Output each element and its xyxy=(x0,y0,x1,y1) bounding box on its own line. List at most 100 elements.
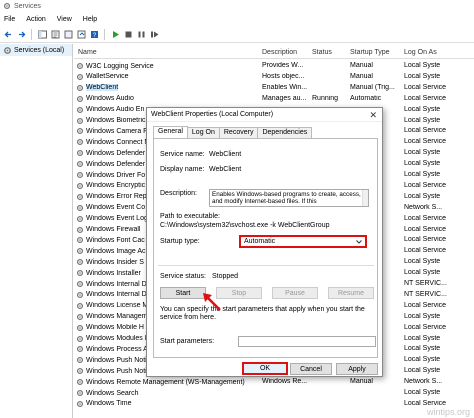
service-name: Windows Event Co xyxy=(86,204,146,212)
service-gear-icon xyxy=(76,150,84,157)
stop-service-icon[interactable] xyxy=(123,30,133,40)
console-tree-icon[interactable] xyxy=(37,30,47,40)
cancel-button[interactable]: Cancel xyxy=(290,363,332,375)
forward-arrow-icon[interactable] xyxy=(16,30,26,40)
properties-icon[interactable] xyxy=(50,30,60,40)
restart-service-icon[interactable] xyxy=(149,30,159,40)
start-params-input[interactable] xyxy=(238,336,376,347)
service-row[interactable]: WebClient Enables Win... Manual (Trig... Lo… xyxy=(74,83,474,94)
service-gear-icon xyxy=(76,379,84,386)
service-startup-cell: Automatic xyxy=(350,94,382,102)
service-gear-icon xyxy=(76,302,84,309)
webclient-properties-dialog: WebClient Properties (Local Computer) ✕ … xyxy=(146,107,383,377)
service-name: Windows Encryptic xyxy=(86,182,146,190)
service-row[interactable]: W3C Logging Service Provides W... Manual Lo… xyxy=(74,61,474,72)
service-logon-cell: Local Syste xyxy=(404,105,441,113)
description-scrollbar[interactable] xyxy=(362,190,368,206)
service-row[interactable]: Windows Search Local Syste xyxy=(74,388,474,399)
column-header-status[interactable]: Status xyxy=(312,49,332,56)
service-name: Windows Defender xyxy=(86,149,146,157)
tab-log-on[interactable]: Log On xyxy=(186,127,220,138)
service-description-cell: Manages au... xyxy=(262,94,307,102)
service-name: Windows Process A xyxy=(86,345,148,353)
service-gear-icon xyxy=(76,139,84,146)
tab-dependencies[interactable]: Dependencies xyxy=(257,127,313,138)
service-row[interactable]: WalletService Hosts objec... Manual Local S… xyxy=(74,72,474,83)
close-icon[interactable]: ✕ xyxy=(369,110,377,121)
service-gear-icon xyxy=(76,62,84,70)
stop-button[interactable]: Stop xyxy=(216,287,262,299)
service-gear-icon xyxy=(76,204,84,211)
menu-bar: File Action View Help xyxy=(0,13,474,26)
service-name: Windows Event Log xyxy=(86,215,148,223)
service-logon-cell: Local Service xyxy=(404,399,447,407)
service-name: Windows Managem xyxy=(86,313,148,321)
service-gear-icon xyxy=(76,368,84,375)
service-gear-icon xyxy=(76,73,84,80)
service-description-cell: Provides W... xyxy=(262,62,304,69)
ok-button[interactable]: OK xyxy=(242,362,288,375)
service-name: Windows Image Ac xyxy=(86,247,146,255)
start-service-icon[interactable] xyxy=(110,30,120,40)
service-gear-icon xyxy=(76,259,84,266)
column-header-name[interactable]: Name xyxy=(78,49,97,56)
service-row[interactable]: Windows Audio Manages au... Running Automat… xyxy=(74,94,474,105)
menu-action[interactable]: Action xyxy=(26,16,45,23)
service-description-cell: Windows Re... xyxy=(262,378,308,386)
service-name: Windows Search xyxy=(86,389,139,397)
service-logon-cell: Local Service xyxy=(404,127,447,135)
menu-view[interactable]: View xyxy=(57,16,72,23)
apply-button[interactable]: Apply xyxy=(336,363,378,375)
service-row[interactable]: Windows Remote Management (WS-Management… xyxy=(74,377,474,388)
column-header-description[interactable]: Description xyxy=(262,49,297,56)
path-label: Path to executable: xyxy=(160,213,220,220)
startup-type-select[interactable]: Automatic xyxy=(239,235,367,248)
service-logon-cell: Local Service xyxy=(404,138,447,146)
column-header-startup-type[interactable]: Startup Type xyxy=(350,49,390,56)
description-box[interactable]: Enables Windows-based programs to create… xyxy=(209,189,369,207)
column-header-log-on-as[interactable]: Log On As xyxy=(404,49,437,56)
service-gear-icon xyxy=(76,357,84,364)
description-text: Enables Windows-based programs to create… xyxy=(212,191,361,205)
service-logon-cell: Network S... xyxy=(404,378,443,386)
service-name: Windows Remote Management (WS-Management… xyxy=(86,378,245,386)
service-logon-cell: Local Syste xyxy=(404,149,441,157)
service-name-cell: WebClient xyxy=(76,84,256,92)
service-name: Windows Biometric xyxy=(86,117,146,124)
tree-item-services-local[interactable]: Services (Local) xyxy=(0,44,72,56)
service-name-cell: Windows Search xyxy=(76,389,256,397)
service-gear-icon xyxy=(76,346,84,353)
services-gear-icon xyxy=(4,46,11,54)
refresh-icon[interactable] xyxy=(63,30,73,40)
pause-button[interactable]: Pause xyxy=(272,287,318,299)
service-logon-cell: Local Syste xyxy=(404,171,441,178)
menu-file[interactable]: File xyxy=(4,16,15,23)
service-logon-cell: Local Syste xyxy=(404,116,441,124)
service-gear-icon xyxy=(76,193,84,200)
service-description-cell: Enables Win... xyxy=(262,83,308,91)
service-logon-cell: Local Syste xyxy=(404,345,441,353)
resume-button[interactable]: Resume xyxy=(328,287,374,299)
service-name: Windows Modules I xyxy=(86,335,147,342)
startup-type-value: Automatic xyxy=(244,238,276,245)
menu-help[interactable]: Help xyxy=(83,16,97,23)
tab-recovery[interactable]: Recovery xyxy=(218,127,259,138)
service-startup-cell: Manual xyxy=(350,378,373,386)
service-logon-cell: Local Service xyxy=(404,323,447,331)
service-name: Windows Installer xyxy=(86,269,141,277)
service-gear-icon xyxy=(76,400,84,407)
separator xyxy=(158,265,374,266)
service-logon-cell: Local Syste xyxy=(404,367,441,375)
pause-service-icon[interactable] xyxy=(136,30,146,40)
service-row[interactable]: Windows Time Local Service xyxy=(74,399,474,410)
export-icon[interactable] xyxy=(76,30,86,40)
service-gear-icon xyxy=(76,171,84,179)
service-status-label: Service status: xyxy=(160,273,206,280)
back-arrow-icon[interactable] xyxy=(3,30,13,40)
tab-general[interactable]: General xyxy=(153,126,188,138)
service-name-label: Service name: xyxy=(160,151,205,158)
service-startup-cell: Manual (Trig... xyxy=(350,83,395,91)
display-name-label: Display name: xyxy=(160,166,205,173)
help-icon[interactable]: ? xyxy=(89,30,99,40)
service-name: WalletService xyxy=(86,73,129,81)
